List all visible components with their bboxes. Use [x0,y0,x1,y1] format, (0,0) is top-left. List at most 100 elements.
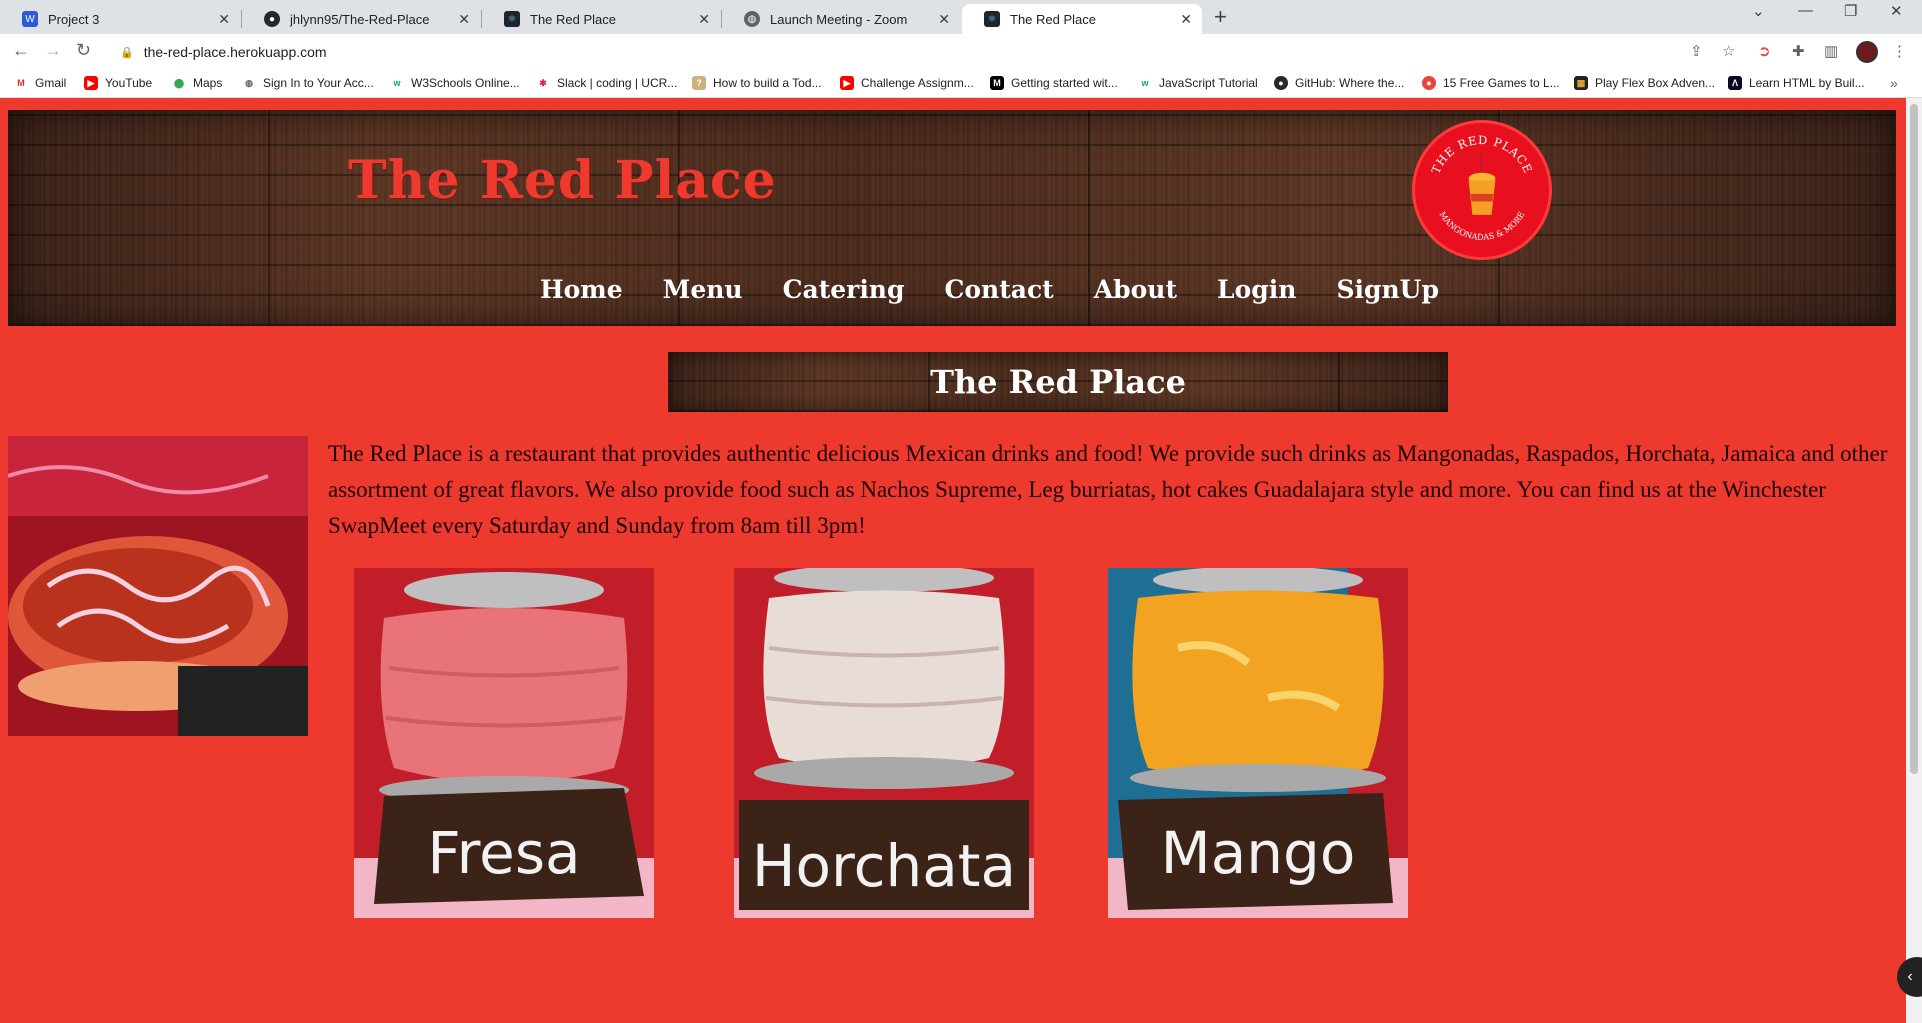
bookmark-label: 15 Free Games to L... [1443,76,1560,90]
bookmark-label: YouTube [105,76,153,90]
forward-arrow-icon[interactable]: → [44,40,62,61]
close-tab-icon[interactable]: ✕ [1180,11,1192,28]
nav-about[interactable]: About [1094,275,1177,304]
flexbox-icon: ▦ [1574,76,1588,90]
bookmark-todo[interactable]: ? How to build a Tod... [692,76,822,90]
restore-icon[interactable]: ❐ [1844,2,1857,20]
nav-login[interactable]: Login [1217,275,1296,304]
globe-favicon-icon: ◍ [744,11,760,27]
site-header: The Red Place THE RED PLACE MANGONADAS &… [8,110,1896,326]
bookmark-label: GitHub: Where the... [1295,76,1405,90]
tab-title: The Red Place [1010,11,1096,27]
bookmark-label: Gmail [35,76,67,90]
bookmark-getting-started[interactable]: M Getting started wit... [990,76,1118,90]
page-scrollbar[interactable] [1906,98,1922,1023]
nav-catering[interactable]: Catering [783,275,905,304]
close-tab-icon[interactable]: ✕ [698,11,710,28]
browser-tab[interactable]: ⚛ The Red Place ✕ [482,4,720,34]
bookmark-star-icon[interactable]: ☆ [1722,42,1735,60]
globe-icon: ◍ [242,76,256,90]
nav-contact[interactable]: Contact [944,275,1053,304]
bookmark-label: W3Schools Online... [411,76,520,90]
nav-signup[interactable]: SignUp [1336,275,1439,304]
bookmark-youtube[interactable]: ▶ YouTube [84,76,152,90]
menu-kebab-icon[interactable]: ⋮ [1892,42,1907,60]
youtube-icon: ▶ [84,76,98,90]
side-panel-icon[interactable]: ▥ [1824,42,1838,60]
tab-title: The Red Place [530,11,616,27]
drink-label-fresa: Fresa [427,819,580,887]
gmail-icon: M [14,76,28,90]
profile-avatar[interactable] [1856,41,1878,63]
maps-pin-icon: ⬤ [172,76,186,90]
bookmark-label: Challenge Assignm... [861,76,974,90]
food-photo-graphic [7,436,308,736]
bookmark-learn-html[interactable]: Λ Learn HTML by Buil... [1728,76,1865,90]
document-favicon-icon: W [22,11,38,27]
reload-icon[interactable]: ↻ [76,40,91,61]
drink-card-horchata: Horchata [734,568,1034,918]
browser-tab[interactable]: ● jhlynn95/The-Red-Place ✕ [242,4,480,34]
url-text: the-red-place.herokuapp.com [143,44,327,60]
page-heading-banner: The Red Place [668,352,1448,412]
back-arrow-icon[interactable]: ← [12,40,30,61]
tab-strip: W Project 3 ✕ ● jhlynn95/The-Red-Place ✕… [0,0,1922,34]
bookmark-free-games[interactable]: ● 15 Free Games to L... [1422,76,1560,90]
bookmark-javascript[interactable]: w JavaScript Tutorial [1138,76,1258,90]
games-icon: ● [1422,76,1436,90]
bookmark-w3schools[interactable]: w W3Schools Online... [390,76,520,90]
logo-graphic: THE RED PLACE MANGONADAS & MORE [1429,133,1535,242]
mangonada-cup-icon [1468,153,1496,215]
bookmark-slack[interactable]: ✱ Slack | coding | UCR... [536,76,677,90]
github-favicon-icon: ● [264,11,280,27]
close-window-icon[interactable]: ✕ [1890,2,1903,20]
bookmark-gmail[interactable]: M Gmail [14,76,66,90]
bookmarks-bar: M Gmail ▶ YouTube ⬤ Maps ◍ Sign In to Your A… [0,70,1922,98]
w3schools-icon: w [390,76,404,90]
bookmark-label: JavaScript Tutorial [1159,76,1258,90]
drink-label-mango: Mango [1161,819,1356,887]
lock-icon: 🔒 [120,46,134,59]
bookmark-challenge[interactable]: ▶ Challenge Assignm... [840,76,974,90]
bookmark-flexbox[interactable]: ▦ Play Flex Box Adven... [1574,76,1715,90]
scrollbar-thumb[interactable] [1910,104,1918,774]
nav-home[interactable]: Home [540,275,623,304]
extension-red-icon[interactable]: ➲ [1758,42,1771,60]
food-photo [7,436,308,736]
tab-search-chevron-icon[interactable]: ⌄ [1752,2,1765,20]
react-favicon-icon: ⚛ [504,11,520,27]
page-heading: The Red Place [930,363,1186,401]
youtube-icon: ▶ [840,76,854,90]
about-paragraph: The Red Place is a restaurant that provi… [328,441,1888,538]
address-bar[interactable]: 🔒 the-red-place.herokuapp.com [110,39,1740,65]
more-bookmarks-chevron-icon[interactable]: » [1890,75,1898,91]
close-tab-icon[interactable]: ✕ [938,11,950,28]
tab-title: Launch Meeting - Zoom [770,11,908,27]
browser-tab-active[interactable]: ⚛ The Red Place ✕ [962,4,1202,34]
freecodecamp-icon: Λ [1728,76,1742,90]
horchata-jar-graphic: Horchata [734,568,1034,918]
fresa-jar-graphic: Fresa [354,568,654,918]
new-tab-plus-icon[interactable]: + [1214,4,1227,30]
bookmark-label: Maps [193,76,223,90]
tab-title: Project 3 [48,11,100,27]
drink-card-fresa: Fresa [354,568,654,918]
close-tab-icon[interactable]: ✕ [458,11,470,28]
bookmark-maps[interactable]: ⬤ Maps [172,76,222,90]
bookmark-github[interactable]: ● GitHub: Where the... [1274,76,1404,90]
browser-tab[interactable]: ◍ Launch Meeting - Zoom ✕ [722,4,960,34]
minimize-icon[interactable]: — [1798,2,1813,19]
w3schools-icon: w [1138,76,1152,90]
nav-menu[interactable]: Menu [663,275,743,304]
slack-icon: ✱ [536,76,550,90]
drink-label-horchata: Horchata [752,832,1016,900]
react-favicon-icon: ⚛ [984,11,1000,27]
browser-toolbar: ← → ↻ 🔒 the-red-place.herokuapp.com ⇪ ☆ … [0,34,1922,70]
bookmark-sign-in[interactable]: ◍ Sign In to Your Acc... [242,76,374,90]
extensions-puzzle-icon[interactable]: ✚ [1792,42,1805,60]
close-tab-icon[interactable]: ✕ [218,11,230,28]
share-icon[interactable]: ⇪ [1690,42,1703,60]
browser-tab[interactable]: W Project 3 ✕ [0,4,240,34]
site-brand-title[interactable]: The Red Place [348,150,777,211]
mango-jar-graphic: Mango [1108,568,1408,918]
